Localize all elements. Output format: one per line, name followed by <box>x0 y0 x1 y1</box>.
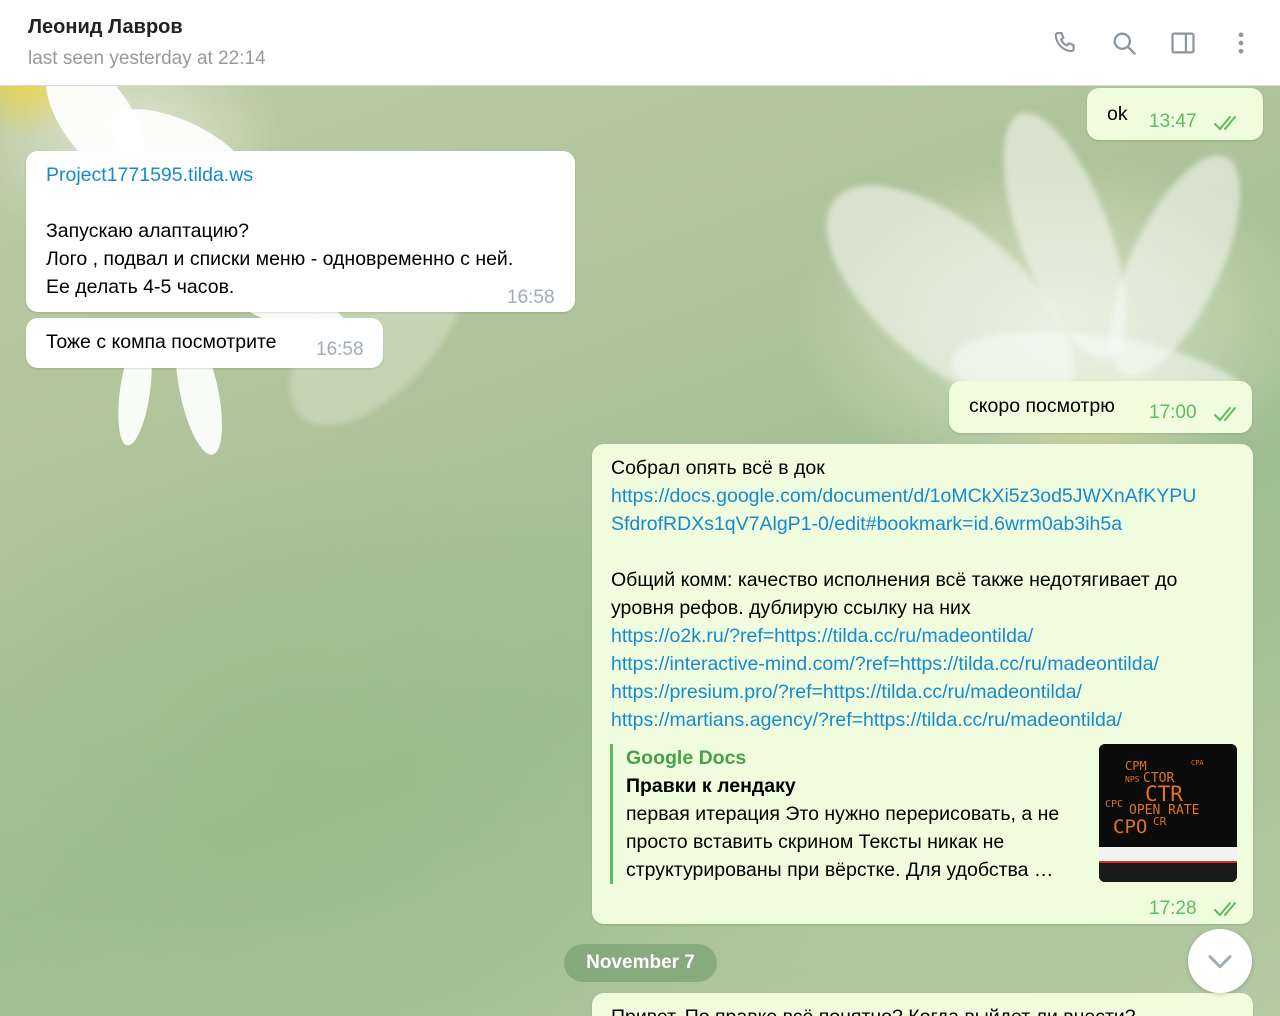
message-bubble-outgoing[interactable]: ok 13:47 <box>1087 88 1263 140</box>
comment-block: Общий комм: качество исполнения всё такж… <box>611 566 1177 734</box>
message-line: уровня рефов. дублирую ссылку на них <box>611 597 971 619</box>
double-check-icon <box>1214 407 1236 422</box>
message-line: Ее делать 4-5 часов. <box>46 276 235 298</box>
message-bubble-outgoing[interactable]: Привет. По правке всё понятно? Когда вый… <box>592 993 1253 1016</box>
thumb-word: NPS <box>1125 775 1140 784</box>
preview-thumbnail[interactable]: CPM NPS CTOR CTR CPC OPEN RATE CPO CR CP… <box>1099 744 1237 882</box>
message-time: 16:58 <box>507 287 555 308</box>
thumb-word: CPA <box>1191 759 1204 767</box>
message-bubble-incoming[interactable]: Тоже с компа посмотрите 16:58 <box>26 318 383 368</box>
message-bubble-incoming[interactable]: Project1771595.tilda.ws Запускаю алаптац… <box>26 151 575 312</box>
message-line: Лого , подвал и списки меню - одновремен… <box>46 248 514 270</box>
chat-area[interactable]: ok 13:47 Project1771595.tilda.ws Запуска… <box>0 86 1280 1016</box>
message-text: Запускаю алаптацию? Лого , подвал и спис… <box>46 217 513 301</box>
message-link[interactable]: Project1771595.tilda.ws <box>46 161 253 189</box>
doc-link[interactable]: SfdrofRDXs1qV7AlgP1-0/edit#bookmark=id.6… <box>611 513 1122 535</box>
message-text: скоро посмотрю <box>969 395 1115 417</box>
scroll-to-bottom-button[interactable] <box>1188 929 1252 993</box>
sidebar-toggle-icon[interactable] <box>1166 26 1200 60</box>
search-icon[interactable] <box>1107 26 1141 60</box>
message-time: 17:28 <box>1149 898 1197 919</box>
ref-link[interactable]: https://martians.agency/?ref=https://til… <box>611 709 1122 731</box>
thumb-strip <box>1099 847 1237 861</box>
ref-link[interactable]: https://o2k.ru/?ref=https://tilda.cc/ru/… <box>611 625 1033 647</box>
message-text: Собрал опять всё в док <box>611 457 825 479</box>
thumb-strip <box>1099 861 1237 882</box>
message-text: Тоже с компа посмотрите <box>46 331 277 353</box>
phone-icon[interactable] <box>1049 26 1083 60</box>
message-text: Привет. По правке всё понятно? Когда вый… <box>611 1003 1136 1016</box>
contact-name[interactable]: Леонид Лавров <box>28 16 183 39</box>
contact-status: last seen yesterday at 22:14 <box>28 48 266 69</box>
thumb-word: CPC <box>1105 799 1124 810</box>
message-bubble-outgoing[interactable]: Собрал опять всё в док https://docs.goog… <box>592 444 1253 924</box>
message-line: Запускаю алаптацию? <box>46 220 250 242</box>
message-time: 13:47 <box>1149 111 1197 132</box>
double-check-icon <box>1214 902 1236 917</box>
ref-link[interactable]: https://interactive-mind.com/?ref=https:… <box>611 653 1159 675</box>
chevron-down-icon <box>1208 955 1232 969</box>
thumb-word: CPO <box>1113 816 1148 838</box>
date-separator: November 7 <box>564 944 717 982</box>
chat-header: Леонид Лавров last seen yesterday at 22:… <box>0 0 1280 86</box>
message-time: 17:00 <box>1149 402 1197 423</box>
thumb-word: CR <box>1153 815 1167 828</box>
message-line: Общий комм: качество исполнения всё такж… <box>611 569 1178 591</box>
message-time: 16:58 <box>316 339 364 360</box>
double-check-icon <box>1214 116 1236 131</box>
message-bubble-outgoing[interactable]: скоро посмотрю 17:00 <box>949 381 1252 433</box>
preview-description: первая итерация Это нужно перерисовать, … <box>626 803 1060 881</box>
more-vertical-icon[interactable] <box>1224 26 1258 60</box>
thumb-word: CTR <box>1145 782 1183 806</box>
link-preview-card[interactable]: Google Docs Правки к лендаку первая итер… <box>610 744 1237 884</box>
doc-link-block: https://docs.google.com/document/d/1oMCk… <box>611 482 1196 538</box>
message-text: ok <box>1107 103 1128 125</box>
ref-link[interactable]: https://presium.pro/?ref=https://tilda.c… <box>611 681 1082 703</box>
doc-link[interactable]: https://docs.google.com/document/d/1oMCk… <box>611 485 1196 507</box>
